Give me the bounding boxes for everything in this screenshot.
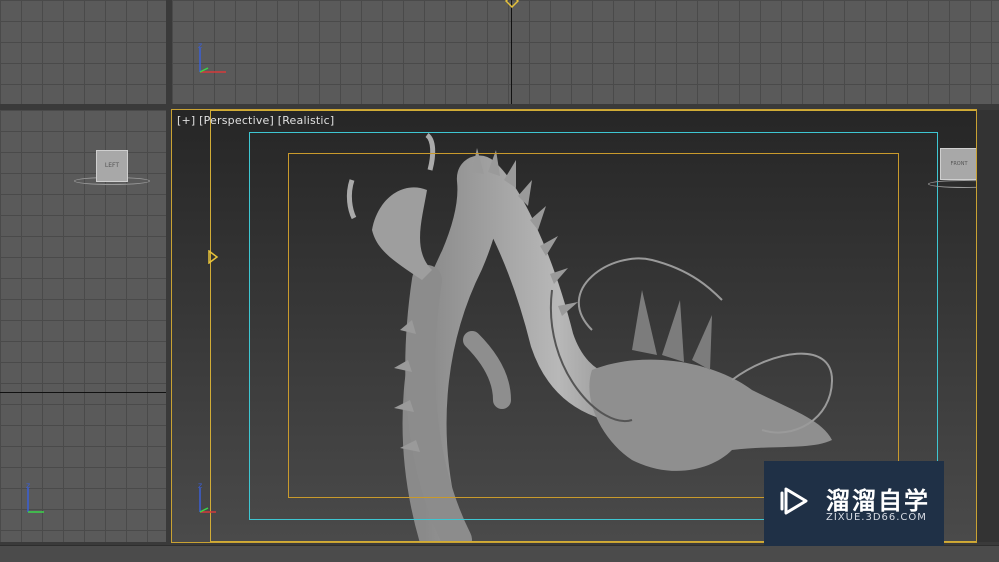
camera-marker-icon (208, 250, 219, 264)
viewport-menu-view[interactable]: [Perspective] (199, 114, 274, 127)
viewcube[interactable]: FRONT (940, 148, 976, 180)
axis-gizmo-icon: z (26, 482, 44, 513)
play-logo-icon (780, 487, 808, 515)
svg-text:z: z (26, 482, 30, 490)
front-viewport[interactable]: z (172, 0, 999, 104)
viewport-border (976, 110, 999, 542)
viewport-label: [+] [Perspective] [Realistic] (177, 114, 334, 127)
left-viewport[interactable]: LEFT z (0, 110, 166, 542)
svg-text:z: z (198, 42, 202, 50)
camera-target-icon (505, 0, 519, 8)
viewport-menu-shading[interactable]: [Realistic] (278, 114, 335, 127)
watermark-brand: 溜溜自学 (826, 487, 930, 515)
viewcube[interactable]: LEFT (96, 150, 128, 182)
watermark-url: ZIXUE.3D66.COM (826, 512, 927, 523)
top-viewport[interactable] (0, 0, 166, 104)
left-axis-line (0, 392, 166, 393)
viewport-menu-plus[interactable]: [+] (177, 114, 195, 127)
status-bar (0, 545, 999, 562)
viewcube-label: FRONT (950, 161, 968, 167)
axis-gizmo-icon: z (198, 482, 216, 513)
watermark-badge: 溜溜自学 ZIXUE.3D66.COM (764, 461, 944, 546)
front-axis-line (511, 0, 512, 104)
svg-text:z: z (198, 482, 202, 490)
axis-gizmo-icon: z (198, 42, 226, 73)
viewcube-label: LEFT (104, 162, 120, 169)
